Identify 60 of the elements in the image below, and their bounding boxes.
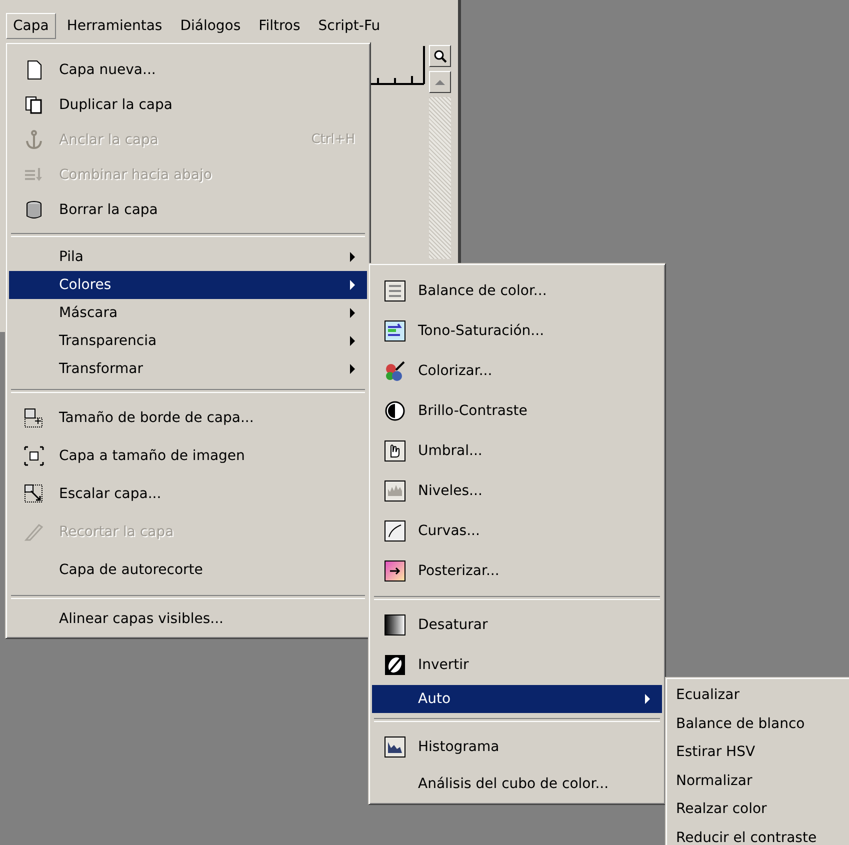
menu-item[interactable]: Máscara	[9, 299, 367, 327]
scroll-up-button[interactable]	[429, 71, 451, 93]
menu-item[interactable]: Pila	[9, 243, 367, 271]
menu-item[interactable]: Transparencia	[9, 327, 367, 355]
curve-icon	[384, 520, 406, 542]
palette-icon	[384, 360, 406, 382]
up-arrow-icon	[435, 80, 445, 84]
sliders-icon	[384, 280, 406, 302]
menu-item[interactable]: Normalizar	[669, 766, 849, 795]
menu-item[interactable]: Brillo-Contraste	[372, 391, 662, 431]
menu-item[interactable]: Transformar	[9, 355, 367, 383]
menu-item[interactable]: Borrar la capa	[9, 192, 367, 227]
zoom-button[interactable]	[429, 45, 451, 67]
menu-item[interactable]: Capa nueva...	[9, 52, 367, 87]
menu-bar-item[interactable]: Filtros	[252, 13, 308, 39]
menu-item[interactable]: Alinear capas visibles...	[9, 605, 367, 633]
menu-item[interactable]: Tamaño de borde de capa...	[9, 399, 367, 437]
knife-icon	[23, 521, 45, 543]
contrast-icon	[384, 400, 406, 422]
scrollbar-track[interactable]	[429, 97, 451, 259]
menu-item[interactable]: Escalar capa...	[9, 475, 367, 513]
gradient-square-icon	[384, 614, 406, 636]
resize-border-icon	[23, 407, 45, 429]
ruler	[368, 46, 426, 86]
menu-item[interactable]: Balance de blanco	[669, 710, 849, 738]
menu-item[interactable]: Posterizar...	[372, 551, 662, 591]
duplicate-icon	[23, 94, 45, 116]
magnifier-icon	[433, 49, 447, 63]
menu-bar-item[interactable]: Herramientas	[60, 13, 170, 39]
menu-item[interactable]: Colorizar...	[372, 351, 662, 391]
anchor-icon	[23, 128, 45, 150]
menu-item[interactable]: Capa a tamaño de imagen	[9, 437, 367, 475]
menu-bar-item[interactable]: Diálogos	[173, 13, 248, 39]
menu-item[interactable]: Balance de color...	[372, 271, 662, 311]
menu-bar-item[interactable]: Script-Fu	[311, 13, 388, 39]
menu-item[interactable]: Estirar HSV	[669, 738, 849, 766]
hand-pointer-icon	[384, 440, 406, 462]
menu-item[interactable]: Duplicar la capa	[9, 87, 367, 122]
scale-icon	[23, 483, 45, 505]
menu-item[interactable]: Desaturar	[372, 605, 662, 645]
menu-item[interactable]: Curvas...	[372, 511, 662, 551]
menu-item[interactable]: Histograma	[372, 727, 662, 767]
menu-item[interactable]: Ecualizar	[669, 681, 849, 710]
menu-item[interactable]: Niveles...	[372, 471, 662, 511]
menu-item[interactable]: Análisis del cubo de color...	[372, 767, 662, 800]
histogram-icon	[384, 736, 406, 758]
posterize-icon	[384, 560, 406, 582]
invert-icon	[384, 654, 406, 676]
menu-bar-item[interactable]: Capa	[6, 13, 56, 39]
menu-item[interactable]: Invertir	[372, 645, 662, 685]
levels-icon	[384, 480, 406, 502]
hue-saturation-icon	[384, 320, 406, 342]
menu-item[interactable]: Auto	[372, 685, 662, 713]
menu-item[interactable]: Tono-Saturación...	[372, 311, 662, 351]
menu-item[interactable]: Umbral...	[372, 431, 662, 471]
fit-canvas-icon	[23, 445, 45, 467]
menu-item[interactable]: Realzar color	[669, 795, 849, 824]
menu-item[interactable]: Reducir el contraste	[669, 824, 849, 845]
menu-item[interactable]: Capa de autorecorte	[9, 551, 367, 589]
menu-item[interactable]: Colores	[9, 271, 367, 299]
